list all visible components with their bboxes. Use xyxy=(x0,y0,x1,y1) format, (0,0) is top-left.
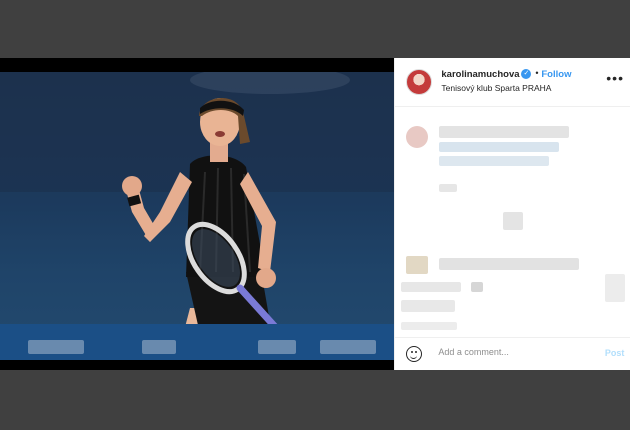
instagram-post-modal: karolinamuchova ✓ • Follow Tenisový klub… xyxy=(0,58,630,370)
blurred-icon xyxy=(503,212,524,230)
blurred-comment-text xyxy=(439,156,550,166)
more-options-icon[interactable]: ••• xyxy=(606,70,624,86)
tennis-player-image xyxy=(0,72,395,354)
blurred-avatar xyxy=(406,256,429,274)
dim-overlay-top[interactable] xyxy=(0,0,630,58)
comment-composer: Post xyxy=(395,337,630,370)
separator-dot: • xyxy=(535,68,539,78)
post-header: karolinamuchova ✓ • Follow Tenisový klub… xyxy=(395,58,630,107)
post-comment-button[interactable]: Post xyxy=(605,348,625,358)
photo-content xyxy=(0,72,395,360)
blurred-avatar xyxy=(406,126,429,148)
verified-badge-icon: ✓ xyxy=(521,69,532,79)
blurred-comment-text xyxy=(439,258,580,270)
blurred-comment-text xyxy=(605,274,626,302)
court-banner xyxy=(0,324,395,360)
post-photo[interactable] xyxy=(0,58,395,370)
blurred-timestamp xyxy=(401,322,458,330)
comment-input[interactable] xyxy=(436,346,591,358)
post-sidebar: karolinamuchova ✓ • Follow Tenisový klub… xyxy=(394,58,630,370)
location-link[interactable]: Tenisový klub Sparta PRAHA xyxy=(441,83,551,93)
blurred-comment-text xyxy=(401,300,456,312)
comments-list[interactable] xyxy=(395,106,630,338)
blurred-timestamp xyxy=(439,184,458,192)
emoji-smile-icon[interactable] xyxy=(406,346,423,362)
blurred-comment-text xyxy=(439,126,570,138)
blurred-comment-text xyxy=(471,282,484,292)
avatar[interactable] xyxy=(406,69,433,95)
blurred-comment-text xyxy=(439,142,560,152)
blurred-comment-text xyxy=(401,282,462,292)
follow-button[interactable]: Follow xyxy=(541,69,571,80)
username-link[interactable]: karolinamuchova xyxy=(441,69,519,80)
dim-overlay-bottom[interactable] xyxy=(0,370,630,430)
